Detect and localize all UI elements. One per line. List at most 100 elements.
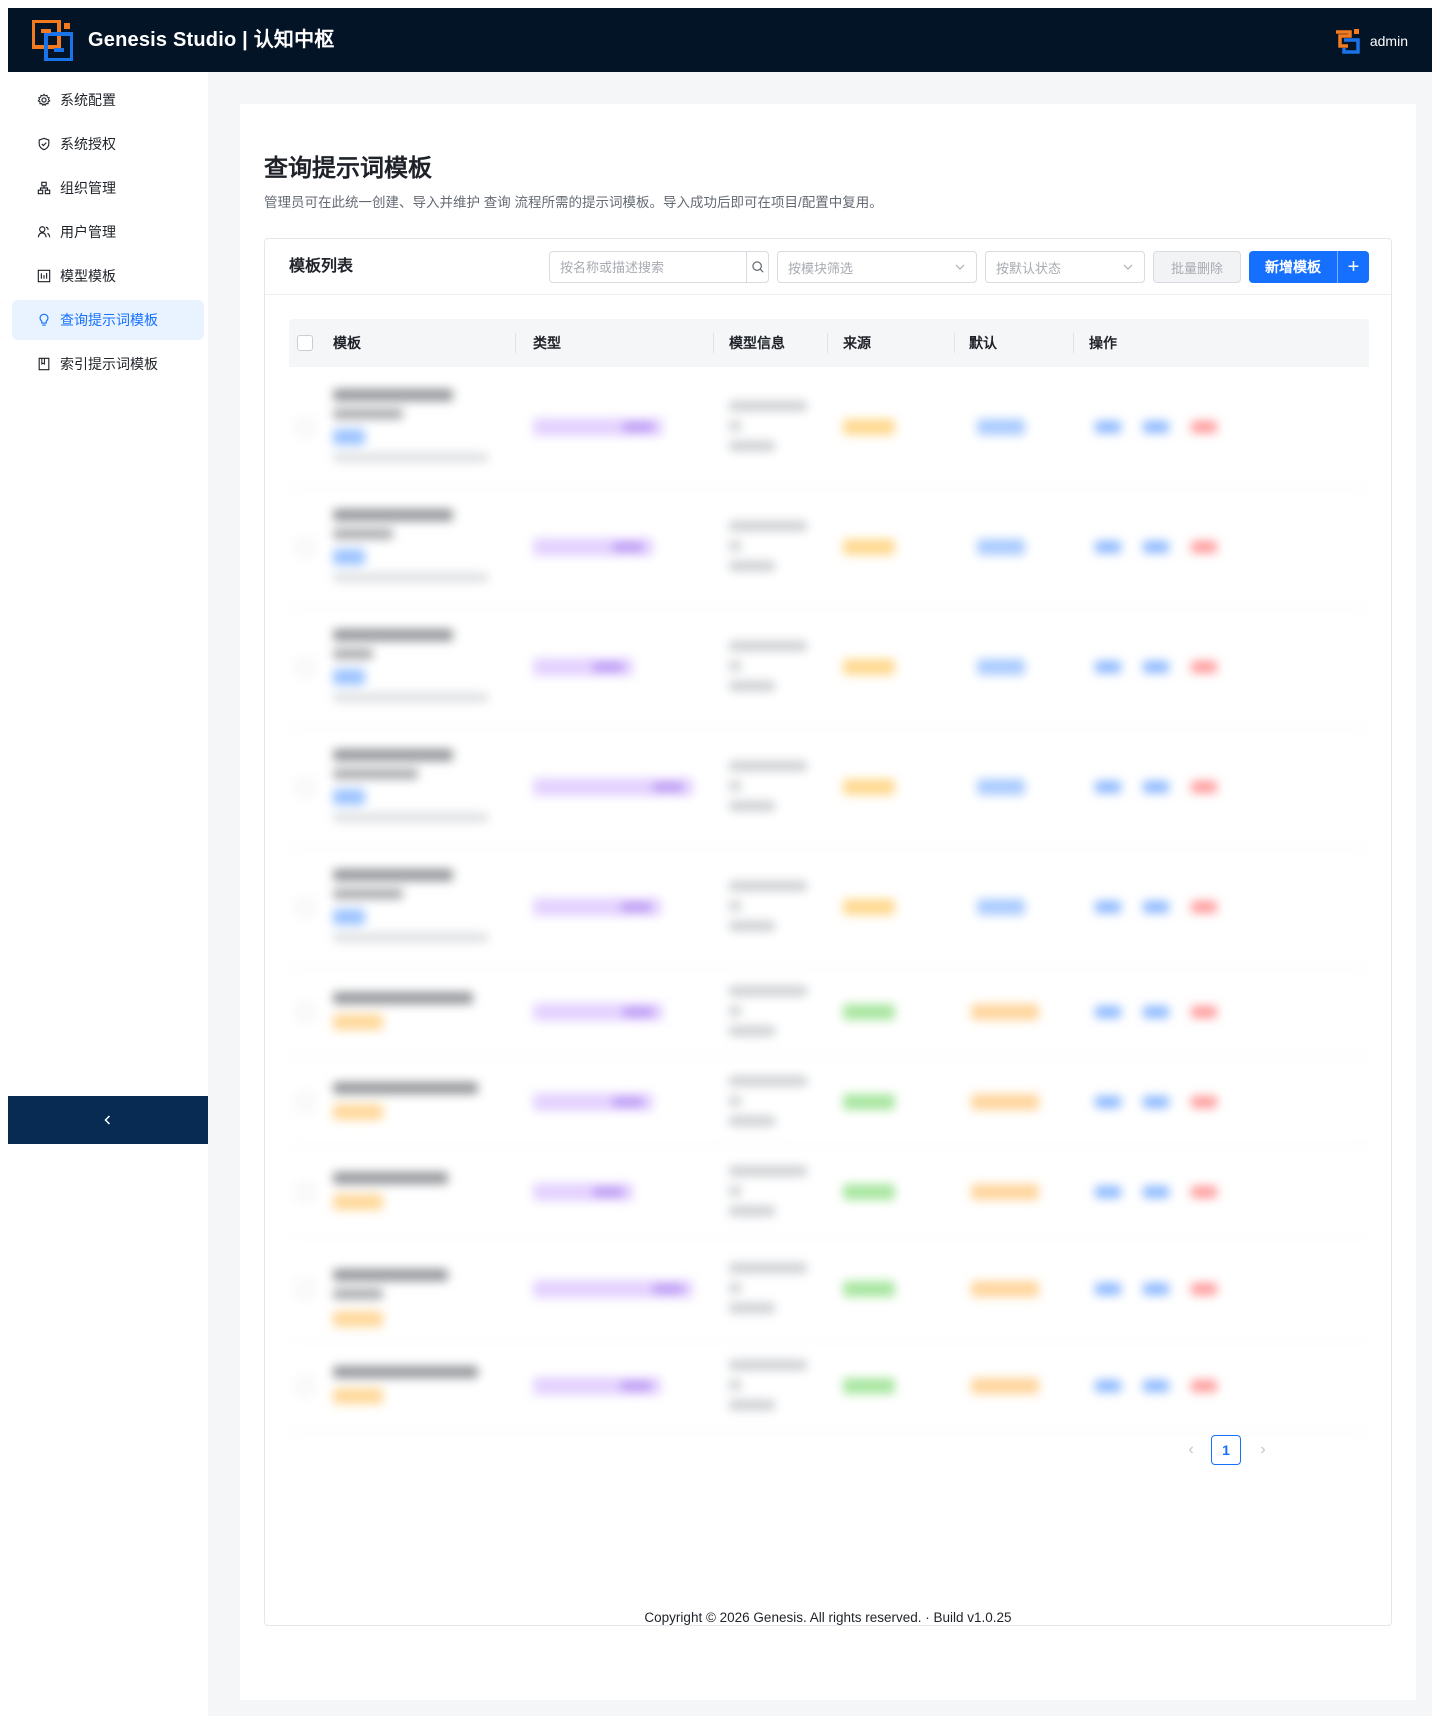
template-meta	[333, 933, 488, 942]
username: admin	[1369, 33, 1408, 49]
sidebar-item-model-templates[interactable]: 模型模板	[12, 256, 204, 296]
edit-link[interactable]	[1143, 541, 1169, 553]
edit-link[interactable]	[1143, 1186, 1169, 1198]
add-template-dropdown-button[interactable]: +	[1337, 251, 1369, 283]
row-checkbox[interactable]	[297, 539, 313, 555]
table-row[interactable]	[289, 847, 1369, 967]
default-toggle[interactable]	[977, 779, 1025, 795]
view-link[interactable]	[1095, 421, 1121, 433]
default-toggle[interactable]	[971, 1281, 1039, 1297]
table-row[interactable]	[289, 1057, 1369, 1147]
model-info-line	[729, 541, 741, 551]
edit-link[interactable]	[1143, 1283, 1169, 1295]
default-toggle[interactable]	[977, 419, 1025, 435]
page-title: 查询提示词模板	[264, 155, 432, 182]
row-checkbox[interactable]	[297, 1004, 313, 1020]
model-info-line	[729, 521, 807, 531]
model-info-line	[729, 401, 807, 411]
delete-link[interactable]	[1191, 1186, 1217, 1198]
table-row[interactable]	[289, 1237, 1369, 1341]
search-input[interactable]	[550, 252, 746, 282]
model-info-line	[729, 1186, 741, 1196]
model-info-line	[729, 881, 807, 891]
add-template-label: 新增模板	[1265, 259, 1321, 275]
row-checkbox[interactable]	[297, 1281, 313, 1297]
type-tag	[533, 418, 663, 436]
sidebar-item-system-license[interactable]: 系统授权	[12, 124, 204, 164]
view-link[interactable]	[1095, 1283, 1121, 1295]
add-template-button[interactable]: 新增模板 +	[1249, 251, 1369, 283]
delete-link[interactable]	[1191, 781, 1217, 793]
delete-link[interactable]	[1191, 661, 1217, 673]
table-row[interactable]	[289, 727, 1369, 847]
delete-link[interactable]	[1191, 1096, 1217, 1108]
search-button[interactable]	[746, 252, 768, 282]
sidebar-item-system-config[interactable]: 系统配置	[12, 80, 204, 120]
next-page-button[interactable]: ›	[1249, 1435, 1277, 1465]
sidebar-item-query-prompt-templates[interactable]: 查询提示词模板	[12, 300, 204, 340]
table-row[interactable]	[289, 367, 1369, 487]
sidebar-item-index-prompt-templates[interactable]: 索引提示词模板	[12, 344, 204, 384]
source-tag	[843, 1004, 895, 1020]
row-checkbox[interactable]	[297, 419, 313, 435]
view-link[interactable]	[1095, 1006, 1121, 1018]
view-link[interactable]	[1095, 781, 1121, 793]
prev-page-button[interactable]: ‹	[1177, 1435, 1205, 1465]
view-link[interactable]	[1095, 1380, 1121, 1392]
table-row[interactable]	[289, 487, 1369, 607]
table-row[interactable]	[289, 1147, 1369, 1237]
delete-link[interactable]	[1191, 1006, 1217, 1018]
search-icon	[751, 261, 764, 273]
user-menu[interactable]: admin	[1332, 26, 1408, 56]
default-toggle[interactable]	[977, 899, 1025, 915]
module-chip	[333, 549, 365, 565]
delete-link[interactable]	[1191, 421, 1217, 433]
view-link[interactable]	[1095, 901, 1121, 913]
row-checkbox[interactable]	[297, 1378, 313, 1394]
table-row[interactable]	[289, 967, 1369, 1057]
builtin-chip	[333, 1311, 383, 1327]
view-link[interactable]	[1095, 1186, 1121, 1198]
row-checkbox[interactable]	[297, 779, 313, 795]
edit-link[interactable]	[1143, 781, 1169, 793]
default-status-filter-select[interactable]: 按默认状态	[985, 251, 1145, 283]
view-link[interactable]	[1095, 1096, 1121, 1108]
batch-delete-button[interactable]: 批量删除	[1153, 251, 1241, 283]
table-row[interactable]	[289, 1341, 1369, 1431]
row-checkbox[interactable]	[297, 899, 313, 915]
edit-link[interactable]	[1143, 901, 1169, 913]
sidebar-item-org-management[interactable]: 组织管理	[12, 168, 204, 208]
select-all-checkbox[interactable]	[297, 335, 313, 351]
page-number-current[interactable]: 1	[1211, 1435, 1241, 1465]
edit-link[interactable]	[1143, 1096, 1169, 1108]
default-toggle[interactable]	[971, 1004, 1039, 1020]
gear-icon	[36, 92, 52, 108]
default-toggle[interactable]	[977, 659, 1025, 675]
model-info-line	[729, 781, 741, 791]
delete-link[interactable]	[1191, 901, 1217, 913]
view-link[interactable]	[1095, 541, 1121, 553]
default-toggle[interactable]	[977, 539, 1025, 555]
default-toggle[interactable]	[971, 1378, 1039, 1394]
delete-link[interactable]	[1191, 541, 1217, 553]
delete-link[interactable]	[1191, 1283, 1217, 1295]
column-header-source: 来源	[843, 335, 871, 351]
module-filter-select[interactable]: 按模块筛选	[777, 251, 977, 283]
edit-link[interactable]	[1143, 661, 1169, 673]
sidebar-item-user-management[interactable]: 用户管理	[12, 212, 204, 252]
column-divider	[713, 333, 714, 353]
edit-link[interactable]	[1143, 1006, 1169, 1018]
sidebar-collapse-button[interactable]	[8, 1096, 208, 1144]
edit-link[interactable]	[1143, 421, 1169, 433]
column-divider	[954, 333, 955, 353]
delete-link[interactable]	[1191, 1380, 1217, 1392]
model-info-line	[729, 1096, 741, 1106]
default-toggle[interactable]	[971, 1184, 1039, 1200]
row-checkbox[interactable]	[297, 659, 313, 675]
row-checkbox[interactable]	[297, 1184, 313, 1200]
view-link[interactable]	[1095, 661, 1121, 673]
edit-link[interactable]	[1143, 1380, 1169, 1392]
row-checkbox[interactable]	[297, 1094, 313, 1110]
default-toggle[interactable]	[971, 1094, 1039, 1110]
table-row[interactable]	[289, 607, 1369, 727]
